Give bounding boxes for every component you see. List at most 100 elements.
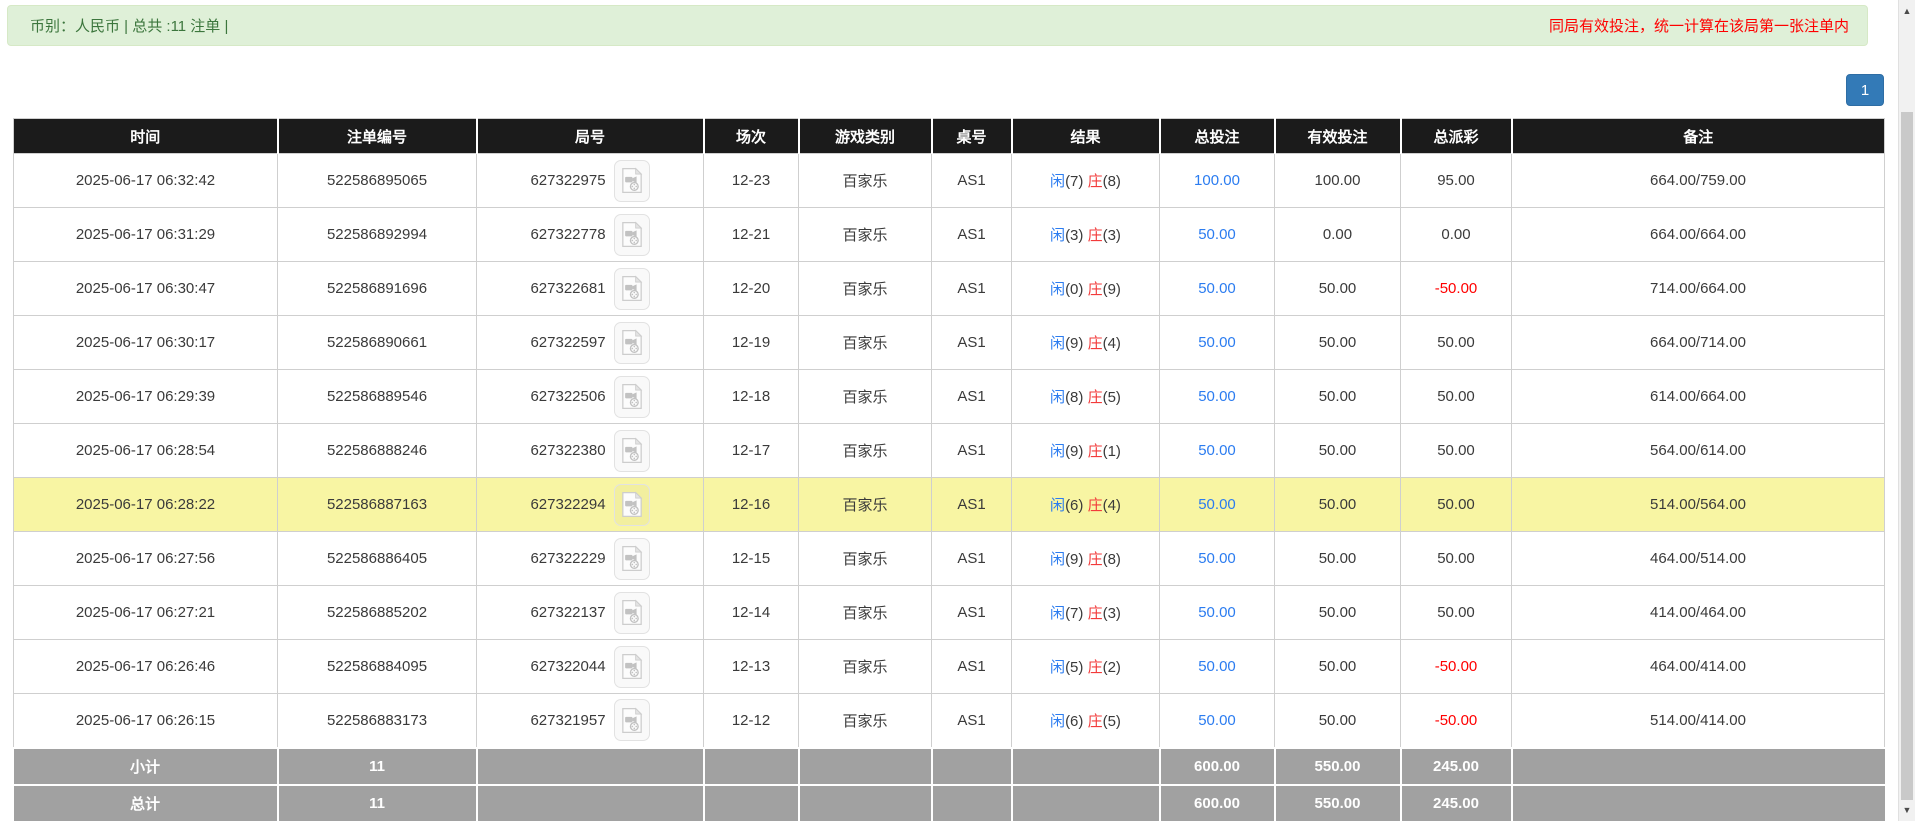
cell-payout: -50.00 <box>1401 694 1512 748</box>
video-replay-button[interactable] <box>614 322 650 364</box>
video-replay-button[interactable] <box>614 430 650 472</box>
player-result-score: (6) <box>1065 497 1083 514</box>
total-bet-link[interactable]: 50.00 <box>1198 280 1236 297</box>
cell-total-bet: 50.00 <box>1160 370 1275 424</box>
cell-bet-no: 522586889546 <box>278 370 477 424</box>
player-result-score: (0) <box>1065 281 1083 298</box>
round-no-text: 627322506 <box>530 388 605 405</box>
total-bet-link[interactable]: 50.00 <box>1198 604 1236 621</box>
cell-table-no: AS1 <box>932 208 1012 262</box>
player-result-label: 闲 <box>1050 173 1065 190</box>
cell-total-bet: 50.00 <box>1160 424 1275 478</box>
banker-result-label: 庄 <box>1088 605 1103 622</box>
total-bet-link[interactable]: 50.00 <box>1198 334 1236 351</box>
player-result-label: 闲 <box>1050 713 1065 730</box>
column-header-bet-no: 注单编号 <box>278 119 477 154</box>
cell-bet-no: 522586883173 <box>278 694 477 748</box>
pagination-page-1-button[interactable]: 1 <box>1846 74 1884 106</box>
cell-game-type: 百家乐 <box>799 532 932 586</box>
table-row: 2025-06-17 06:27:56 522586886405 6273222… <box>14 532 1885 586</box>
vertical-scrollbar[interactable]: ▲ ▼ <box>1898 0 1915 821</box>
video-replay-button[interactable] <box>614 592 650 634</box>
scrollbar-down-arrow-icon[interactable]: ▼ <box>1899 801 1915 819</box>
total-bet-link[interactable]: 50.00 <box>1198 442 1236 459</box>
total-bet-link[interactable]: 50.00 <box>1198 388 1236 405</box>
total-bet-link[interactable]: 50.00 <box>1198 496 1236 513</box>
cell-session: 12-19 <box>704 316 799 370</box>
cell-total-bet: 50.00 <box>1160 478 1275 532</box>
banker-result-label: 庄 <box>1088 497 1103 514</box>
cell-table-no: AS1 <box>932 370 1012 424</box>
round-no-text: 627322044 <box>530 658 605 675</box>
total-bet-link[interactable]: 100.00 <box>1194 172 1240 189</box>
currency-summary-text: 币别：人民币 | 总共 :11 注单 | <box>30 15 228 36</box>
cell-time: 2025-06-17 06:28:22 <box>14 478 278 532</box>
empty <box>1512 748 1885 785</box>
cell-game-type: 百家乐 <box>799 478 932 532</box>
round-no-text: 627321957 <box>530 712 605 729</box>
column-header-result: 结果 <box>1012 119 1160 154</box>
video-replay-button[interactable] <box>614 214 650 256</box>
player-result-label: 闲 <box>1050 443 1065 460</box>
cell-bet-no: 522586895065 <box>278 154 477 208</box>
cell-session: 12-20 <box>704 262 799 316</box>
cell-time: 2025-06-17 06:26:15 <box>14 694 278 748</box>
cell-time: 2025-06-17 06:27:56 <box>14 532 278 586</box>
cell-time: 2025-06-17 06:30:47 <box>14 262 278 316</box>
cell-bet-no: 522586890661 <box>278 316 477 370</box>
video-replay-button[interactable] <box>614 376 650 418</box>
cell-table-no: AS1 <box>932 694 1012 748</box>
table-row: 2025-06-17 06:26:46 522586884095 6273220… <box>14 640 1885 694</box>
video-file-icon <box>621 491 643 518</box>
cell-valid-bet: 50.00 <box>1275 262 1401 316</box>
column-header-round-no: 局号 <box>477 119 704 154</box>
total-bet-link[interactable]: 50.00 <box>1198 658 1236 675</box>
video-file-icon <box>621 167 643 194</box>
cell-session: 12-13 <box>704 640 799 694</box>
banker-result-score: (9) <box>1103 281 1121 298</box>
cell-valid-bet: 0.00 <box>1275 208 1401 262</box>
empty <box>799 748 932 785</box>
total-label: 小计 <box>14 748 278 785</box>
video-replay-button[interactable] <box>614 484 650 526</box>
cell-total-bet: 50.00 <box>1160 262 1275 316</box>
cell-game-type: 百家乐 <box>799 694 932 748</box>
video-replay-button[interactable] <box>614 268 650 310</box>
cell-round-no: 627322597 <box>477 316 704 370</box>
scrollbar-up-arrow-icon[interactable]: ▲ <box>1899 2 1915 20</box>
cell-total-bet: 50.00 <box>1160 208 1275 262</box>
cell-time: 2025-06-17 06:31:29 <box>14 208 278 262</box>
cell-time: 2025-06-17 06:27:21 <box>14 586 278 640</box>
video-replay-button[interactable] <box>614 646 650 688</box>
cell-result: 闲(3) 庄(3) <box>1012 208 1160 262</box>
payout-sum: 245.00 <box>1401 785 1512 821</box>
cell-total-bet: 50.00 <box>1160 694 1275 748</box>
cell-payout: 50.00 <box>1401 316 1512 370</box>
total-bet-link[interactable]: 50.00 <box>1198 550 1236 567</box>
payout-sum: 245.00 <box>1401 748 1512 785</box>
player-result-score: (8) <box>1065 389 1083 406</box>
video-file-icon <box>621 221 643 248</box>
cell-valid-bet: 50.00 <box>1275 640 1401 694</box>
total-bet-link[interactable]: 50.00 <box>1198 226 1236 243</box>
cell-game-type: 百家乐 <box>799 154 932 208</box>
total-bet-sum: 600.00 <box>1160 785 1275 821</box>
cell-remark: 614.00/664.00 <box>1512 370 1885 424</box>
player-result-label: 闲 <box>1050 659 1065 676</box>
video-replay-button[interactable] <box>614 699 650 741</box>
cell-table-no: AS1 <box>932 316 1012 370</box>
player-result-score: (7) <box>1065 173 1083 190</box>
player-result-label: 闲 <box>1050 497 1065 514</box>
cell-payout: 0.00 <box>1401 208 1512 262</box>
banker-result-score: (4) <box>1103 497 1121 514</box>
cell-bet-no: 522586886405 <box>278 532 477 586</box>
column-header-remark: 备注 <box>1512 119 1885 154</box>
video-file-icon <box>621 329 643 356</box>
video-replay-button[interactable] <box>614 538 650 580</box>
video-replay-button[interactable] <box>614 160 650 202</box>
cell-valid-bet: 50.00 <box>1275 532 1401 586</box>
cell-time: 2025-06-17 06:26:46 <box>14 640 278 694</box>
cell-valid-bet: 50.00 <box>1275 586 1401 640</box>
scrollbar-thumb[interactable] <box>1901 112 1913 800</box>
total-bet-link[interactable]: 50.00 <box>1198 712 1236 729</box>
